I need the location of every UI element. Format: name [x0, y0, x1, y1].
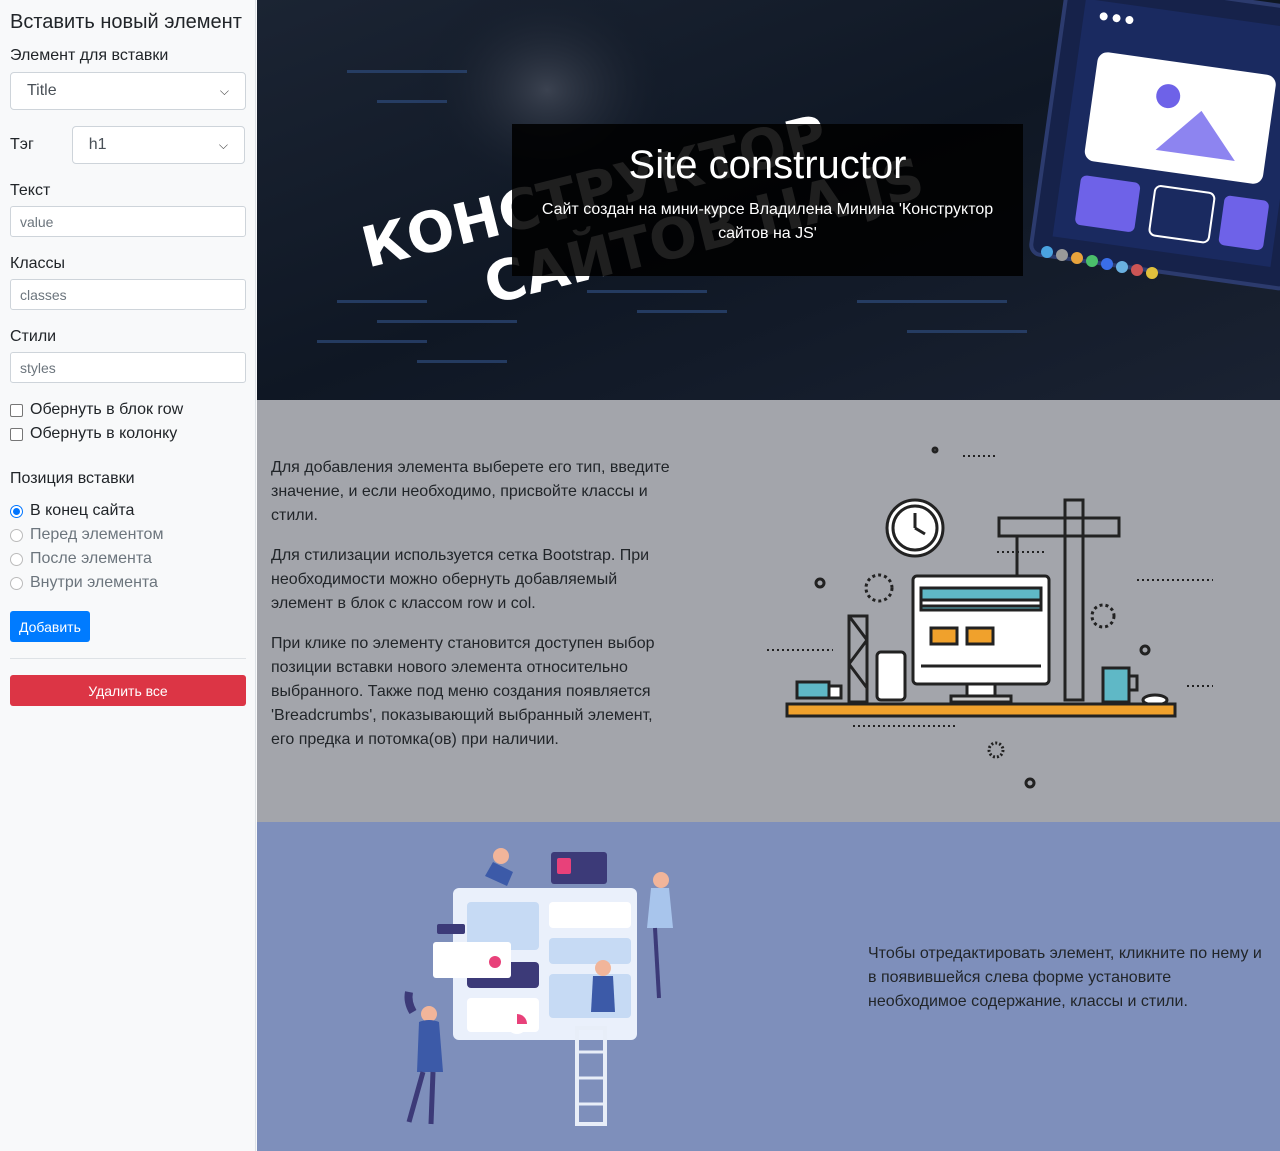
radio-icon[interactable] — [10, 576, 23, 590]
sidebar-title: Вставить новый элемент — [10, 11, 242, 33]
element-type-select[interactable]: Title ⌵ — [10, 72, 246, 110]
wrap-row-label: Обернуть в блок row — [30, 401, 184, 418]
delete-all-button[interactable]: Удалить все — [10, 675, 246, 706]
radio-icon[interactable] — [10, 552, 23, 566]
position-label-after: После элемента — [30, 550, 152, 567]
position-radio-after[interactable]: После элемента — [10, 547, 245, 571]
construction-illustration[interactable] — [257, 400, 1280, 822]
position-label-end: В конец сайта — [30, 502, 135, 519]
tag-label: Тэг — [10, 136, 34, 153]
tag-select[interactable]: h1 ⌵ — [71, 126, 245, 164]
info-section[interactable]: Для добавления элемента выберете его тип… — [257, 400, 1280, 822]
chevron-down-icon: ⌵ — [218, 137, 228, 152]
tag-value: h1 — [88, 136, 107, 153]
edit-instructions[interactable]: Чтобы отредактировать элемент, кликните … — [868, 942, 1268, 1014]
edit-section[interactable]: Чтобы отредактировать элемент, кликните … — [257, 822, 1280, 1151]
checkbox-icon[interactable] — [10, 427, 23, 441]
position-label-before: Перед элементом — [30, 526, 164, 543]
styles-label: Стили — [10, 328, 57, 345]
checkbox-icon[interactable] — [10, 403, 23, 417]
classes-label: Классы — [10, 255, 66, 272]
position-label-inside: Внутри элемента — [30, 574, 158, 591]
add-button[interactable]: Добавить — [10, 611, 90, 642]
styles-input[interactable]: styles — [10, 352, 246, 383]
wrap-row-checkbox[interactable]: Обернуть в блок row — [10, 398, 245, 422]
chevron-down-icon: ⌵ — [219, 83, 229, 98]
position-label: Позиция вставки — [10, 470, 135, 487]
hero-caption[interactable]: Site constructor Сайт создан на мини-кур… — [512, 124, 1023, 276]
radio-icon[interactable] — [10, 528, 23, 542]
wrap-col-checkbox[interactable]: Обернуть в колонку — [10, 422, 245, 446]
hero-title[interactable]: Site constructor — [512, 142, 1023, 188]
wrap-col-label: Обернуть в колонку — [30, 425, 178, 442]
text-label: Текст — [10, 182, 51, 199]
divider — [10, 658, 246, 659]
hero-section[interactable]: КОНСТРУКТОР САЙТОВ НА JS Site constructo… — [257, 0, 1280, 400]
radio-icon[interactable] — [10, 504, 23, 518]
position-radio-before[interactable]: Перед элементом — [10, 523, 245, 547]
position-radio-end[interactable]: В конец сайта — [10, 499, 245, 523]
element-type-label: Элемент для вставки — [10, 47, 169, 64]
classes-input[interactable]: classes — [10, 279, 246, 310]
text-input[interactable]: value — [10, 206, 246, 237]
sidebar: Вставить новый элемент Элемент для встав… — [0, 0, 256, 1151]
hero-subtitle[interactable]: Сайт создан на мини-курсе Владилена Мини… — [512, 198, 1023, 246]
element-type-value: Title — [27, 82, 57, 99]
position-radio-inside[interactable]: Внутри элемента — [10, 571, 245, 595]
